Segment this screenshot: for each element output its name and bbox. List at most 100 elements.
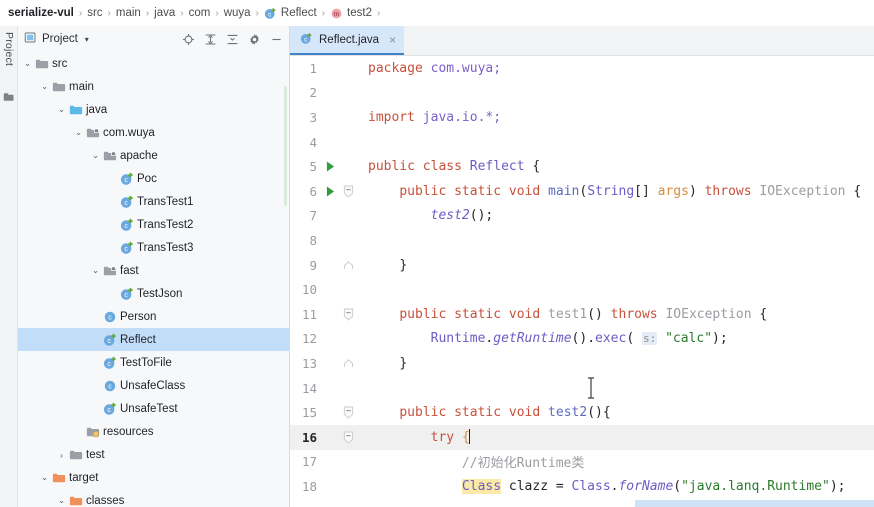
breadcrumb-item-test2[interactable]: m test2 bbox=[330, 7, 372, 20]
breadcrumb-item-wuya[interactable]: wuya bbox=[224, 7, 251, 19]
project-panel-toolbar bbox=[182, 33, 283, 46]
line-number: 13 bbox=[301, 355, 317, 371]
fold-collapse-icon[interactable] bbox=[338, 185, 358, 198]
tree-node-classes[interactable]: ⌄ classes bbox=[18, 489, 289, 507]
token-type: IOException bbox=[759, 183, 846, 199]
tree-node-fast[interactable]: ⌄ fast bbox=[18, 259, 289, 282]
tree-node-testtofile[interactable]: c TestToFile bbox=[18, 351, 289, 374]
tree-node-java[interactable]: ⌄ java bbox=[18, 98, 289, 121]
folder-excluded-icon bbox=[67, 494, 84, 507]
project-scroll-indicator bbox=[284, 86, 287, 206]
chevron-down-icon[interactable]: ⌄ bbox=[56, 104, 67, 115]
token-keyword: throws bbox=[704, 183, 752, 199]
code-text: try { bbox=[358, 429, 470, 445]
idea-window: serialize-vul › src › main › java › com … bbox=[0, 0, 874, 507]
line-number: 5 bbox=[309, 159, 317, 175]
tool-window-tab-project[interactable]: Project bbox=[1, 28, 17, 70]
project-title[interactable]: Project ▾ bbox=[24, 31, 89, 47]
breadcrumb-item-java[interactable]: java bbox=[154, 7, 175, 19]
line-number: 2 bbox=[309, 85, 317, 101]
chevron-down-icon[interactable]: ▾ bbox=[85, 35, 89, 44]
close-icon[interactable]: × bbox=[389, 33, 396, 47]
chevron-down-icon[interactable]: ⌄ bbox=[39, 472, 50, 483]
tree-node-label: UnsafeTest bbox=[120, 402, 178, 415]
fold-end-icon[interactable] bbox=[338, 260, 358, 270]
project-tree[interactable]: ⌄ src ⌄ main ⌄ java ⌄ com.wuya ⌄ apache c Poc c Trans… bbox=[18, 52, 289, 507]
parameter-hint: s: bbox=[641, 332, 658, 346]
tree-node-main[interactable]: ⌄ main bbox=[18, 75, 289, 98]
token-keyword: import bbox=[368, 109, 415, 125]
fold-collapse-icon[interactable] bbox=[338, 431, 358, 444]
line-number: 17 bbox=[301, 454, 317, 470]
settings-gear-icon[interactable] bbox=[248, 33, 261, 46]
collapse-all-icon[interactable] bbox=[226, 33, 239, 46]
breadcrumb-item-main[interactable]: main bbox=[116, 7, 141, 19]
project-title-label: Project bbox=[42, 33, 78, 45]
tree-node-resources[interactable]: resources bbox=[18, 420, 289, 443]
tree-node-apache[interactable]: ⌄ apache bbox=[18, 144, 289, 167]
tree-node-target[interactable]: ⌄ target bbox=[18, 466, 289, 489]
chevron-down-icon[interactable]: ⌄ bbox=[22, 58, 33, 69]
tree-node-transtest1[interactable]: c TransTest1 bbox=[18, 190, 289, 213]
tree-node-poc[interactable]: c Poc bbox=[18, 167, 289, 190]
breadcrumb-item-reflect[interactable]: c Reflect bbox=[264, 7, 317, 20]
editor-tab-reflect-java[interactable]: c Reflect.java × bbox=[290, 26, 405, 55]
locate-file-icon[interactable] bbox=[182, 33, 195, 46]
token-package: com.wuya; bbox=[422, 60, 502, 76]
tree-node-test[interactable]: › test bbox=[18, 443, 289, 466]
java-class-run-icon: c bbox=[101, 333, 118, 347]
tree-node-label: UnsafeClass bbox=[120, 379, 186, 392]
breadcrumb-separator: › bbox=[376, 7, 381, 19]
java-class-run-icon: c bbox=[118, 172, 135, 186]
tree-node-testjson[interactable]: c TestJson bbox=[18, 282, 289, 305]
tree-node-src[interactable]: ⌄ src bbox=[18, 52, 289, 75]
tree-node-reflect[interactable]: c Reflect bbox=[18, 328, 289, 351]
tree-node-label: Poc bbox=[137, 172, 157, 185]
tree-node-transtest3[interactable]: c TransTest3 bbox=[18, 236, 289, 259]
line-number: 4 bbox=[309, 134, 317, 150]
breadcrumb-item-com[interactable]: com bbox=[189, 7, 211, 19]
tree-node-com-wuya[interactable]: ⌄ com.wuya bbox=[18, 121, 289, 144]
folder-source-icon bbox=[50, 80, 67, 94]
tree-node-unsafeclass[interactable]: c UnsafeClass bbox=[18, 374, 289, 397]
breadcrumb-separator: › bbox=[78, 7, 83, 19]
breadcrumb-label: test2 bbox=[347, 7, 372, 19]
tree-node-transtest2[interactable]: c TransTest2 bbox=[18, 213, 289, 236]
code-text: public static void main(String[] args) t… bbox=[358, 184, 861, 199]
breadcrumb-separator: › bbox=[255, 7, 259, 19]
fold-collapse-icon[interactable] bbox=[338, 406, 358, 419]
token-comment: //初始化Runtime类 bbox=[461, 456, 585, 472]
tree-node-unsafetest[interactable]: c UnsafeTest bbox=[18, 397, 289, 420]
chevron-down-icon[interactable]: ⌄ bbox=[73, 127, 84, 138]
chevron-down-icon[interactable]: ⌄ bbox=[56, 495, 67, 506]
expand-all-icon[interactable] bbox=[204, 33, 217, 46]
token-brace: } bbox=[399, 257, 408, 273]
svg-text:c: c bbox=[124, 292, 128, 299]
project-panel-header: Project ▾ bbox=[18, 26, 289, 52]
tree-node-label: Person bbox=[120, 310, 157, 323]
token-parens: (); bbox=[469, 208, 494, 224]
tree-node-person[interactable]: c Person bbox=[18, 305, 289, 328]
code-line: 4 bbox=[290, 130, 874, 155]
line-number: 1 bbox=[309, 60, 317, 76]
svg-text:c: c bbox=[124, 223, 128, 230]
fold-collapse-icon[interactable] bbox=[338, 308, 358, 321]
line-number: 14 bbox=[301, 380, 317, 396]
token-keyword: public bbox=[399, 405, 447, 421]
run-method-icon[interactable] bbox=[322, 186, 338, 197]
chevron-right-icon[interactable]: › bbox=[56, 450, 67, 460]
tree-node-label: TestToFile bbox=[120, 356, 172, 369]
svg-text:c: c bbox=[107, 338, 111, 345]
breadcrumb-item-src[interactable]: src bbox=[87, 7, 102, 19]
breadcrumb-item-serialize-vul[interactable]: serialize-vul bbox=[8, 7, 74, 19]
svg-text:c: c bbox=[108, 383, 112, 390]
fold-end-icon[interactable] bbox=[338, 359, 358, 368]
hide-panel-icon[interactable] bbox=[270, 33, 283, 46]
code-text: public static void test2(){ bbox=[399, 405, 611, 421]
chevron-down-icon[interactable]: ⌄ bbox=[90, 150, 101, 161]
run-class-icon[interactable] bbox=[322, 161, 338, 172]
token-keyword: public bbox=[399, 306, 447, 322]
chevron-down-icon[interactable]: ⌄ bbox=[39, 81, 50, 92]
chevron-down-icon[interactable]: ⌄ bbox=[90, 265, 101, 276]
code-editor[interactable]: 1 package com.wuya; 2 3 import java.io.*… bbox=[290, 56, 874, 507]
